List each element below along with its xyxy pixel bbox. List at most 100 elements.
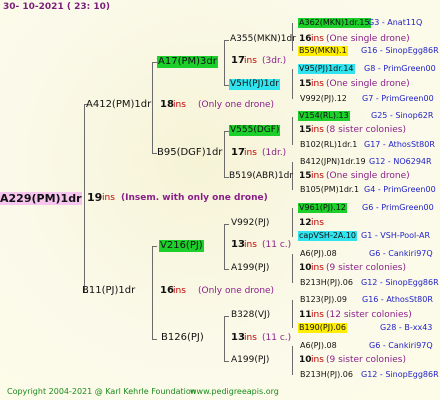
colony-note: (One single drone): [326, 79, 410, 89]
ancestor-info: G12 - SinopEgg86R: [361, 278, 439, 287]
ancestor-info: G16 - AthosSt80R: [362, 295, 433, 304]
ins-label: ins: [244, 56, 257, 66]
queen-id[interactable]: V555(DGF): [229, 125, 281, 136]
ins-count: 18: [160, 99, 174, 110]
ancestor-info: G6 - PrimGreen00: [362, 203, 434, 212]
ancestor-id[interactable]: B123(PJ).09: [300, 296, 347, 304]
ins-label: ins: [311, 310, 324, 320]
ins-count: 13: [231, 239, 245, 250]
ancestor-info: G8 - PrimGreen00: [364, 64, 436, 73]
dam-queen-id[interactable]: B11(PJ)1dr: [82, 286, 135, 296]
queen-id[interactable]: V216(PJ): [159, 240, 204, 252]
ancestor-id[interactable]: V961(PJ).12: [298, 203, 347, 213]
connector-line: [224, 224, 225, 269]
connector-line: [224, 316, 229, 317]
ancestor-id[interactable]: B213H(PJ).06: [300, 279, 353, 287]
ins-count: 15: [299, 125, 312, 135]
colony-note: (9 sister colonies): [326, 263, 407, 273]
ancestor-id[interactable]: capVSH-2A.10: [298, 231, 357, 241]
ancestor-id[interactable]: B412(JPN)1dr.19: [300, 158, 366, 166]
website-link[interactable]: www.pedigreeapis.org: [190, 388, 279, 396]
connector-line: [152, 339, 157, 340]
root-ins-word: ins: [102, 193, 115, 203]
queen-id[interactable]: V5H(PJ)1dr: [229, 79, 280, 90]
ins-count: 16: [160, 285, 174, 296]
ancestor-info: G6 - Cankiri97Q: [369, 249, 433, 258]
queen-id[interactable]: A199(PJ): [231, 356, 269, 365]
sire-queen-id[interactable]: A412(PM)1dr: [86, 100, 151, 110]
queen-id[interactable]: B95(DGF)1dr: [157, 148, 222, 158]
root-insem-note: (Insem. with only one drone): [121, 193, 268, 203]
ancestor-id[interactable]: V154(RL).13: [298, 111, 350, 121]
ins-label: ins: [173, 100, 186, 110]
ins-count: 10: [299, 263, 312, 273]
queen-id[interactable]: A355(MKN)1dr: [230, 35, 296, 44]
ins-label: ins: [173, 286, 186, 296]
queen-id[interactable]: B328(VJ): [231, 311, 270, 320]
ins-label: ins: [244, 240, 257, 250]
connector-line: [224, 40, 229, 41]
connector-line: [224, 131, 225, 177]
colony-note: (9 sister colonies): [326, 355, 407, 365]
colony-note: (8 sister colonies): [326, 125, 407, 135]
queen-id[interactable]: V992(PJ): [231, 219, 269, 228]
ancestor-id[interactable]: B102(RL)1dr.1: [300, 141, 357, 149]
connector-line: [84, 104, 85, 292]
queen-id[interactable]: A17(PM)3dr: [157, 56, 218, 68]
ins-count: 16: [299, 34, 312, 44]
ins-label: ins: [311, 263, 324, 273]
connector-line: [152, 62, 153, 153]
colony-note: (3dr.): [262, 56, 287, 66]
ancestor-info: G3 - Anat11Q: [368, 18, 423, 27]
ancestor-info: G25 - Sinop62R: [371, 111, 434, 120]
ancestor-id[interactable]: A362(MKN)1dr.15: [298, 18, 371, 28]
ins-count: 12: [299, 218, 312, 228]
colony-note: (One single drone): [326, 34, 410, 44]
ancestor-id[interactable]: A6(PJ).08: [300, 250, 337, 258]
date-stamp: 30- 10-2021 ( 23: 10): [3, 2, 110, 12]
ancestor-info: G6 - Cankiri97Q: [369, 341, 433, 350]
ancestor-info: G28 - B-xx43: [380, 323, 433, 332]
ins-count: 15: [299, 171, 312, 181]
ins-label: ins: [311, 218, 324, 228]
ins-count: 13: [231, 332, 245, 343]
copyright-text: Copyright 2004-2021 @ Karl Kehrle Founda…: [7, 387, 196, 396]
queen-id[interactable]: B519(ABR)1dr: [229, 172, 293, 181]
ancestor-id[interactable]: B59(MKN).1: [298, 46, 348, 56]
ancestor-id[interactable]: A6(PJ).08: [300, 342, 337, 350]
connector-line: [152, 246, 157, 247]
ins-label: ins: [244, 333, 257, 343]
ins-label: ins: [311, 355, 324, 365]
connector-line: [292, 208, 293, 237]
ins-label: ins: [311, 79, 324, 89]
connector-line: [224, 224, 229, 225]
ins-label: ins: [311, 125, 324, 135]
ancestor-info: G17 - AthosSt80R: [364, 140, 435, 149]
ancestor-id[interactable]: B190(PJ).06: [298, 323, 347, 333]
drone-note: (Only one drone): [198, 100, 275, 110]
connector-line: [224, 269, 229, 270]
colony-note: (11 c.): [262, 333, 292, 343]
ins-count: 17: [231, 55, 245, 66]
connector-line: [224, 316, 225, 361]
pedigree-tree: { "date": "30- 10-2021 ( 23: 10)", "root…: [0, 0, 440, 400]
connector-line: [292, 300, 293, 328]
ancestor-info: G12 - NO6294R: [369, 157, 432, 166]
ancestor-id[interactable]: V95(PJ)1dr.14: [298, 64, 355, 74]
connector-line: [292, 346, 293, 375]
ancestor-info: G4 - PrimGreen00: [364, 185, 436, 194]
ancestor-info: G1 - VSH-Pool-AR: [361, 231, 431, 240]
ins-count: 11: [299, 310, 312, 320]
root-queen-id[interactable]: A229(PM)1dr: [0, 192, 82, 205]
ancestor-id[interactable]: V992(PJ).12: [300, 95, 347, 103]
connector-line: [224, 361, 229, 362]
ancestor-id[interactable]: B213H(PJ).06: [300, 371, 353, 379]
connector-line: [292, 69, 293, 99]
queen-id[interactable]: B126(PJ): [161, 333, 204, 343]
queen-id[interactable]: A199(PJ): [231, 264, 269, 273]
ins-count: 10: [299, 355, 312, 365]
colony-note: (11 c.): [262, 240, 292, 250]
ancestor-id[interactable]: B105(PM)1dr.1: [300, 186, 359, 194]
ancestor-info: G12 - SinopEgg86R: [361, 370, 439, 379]
drone-note: (Only one drone): [198, 286, 275, 296]
